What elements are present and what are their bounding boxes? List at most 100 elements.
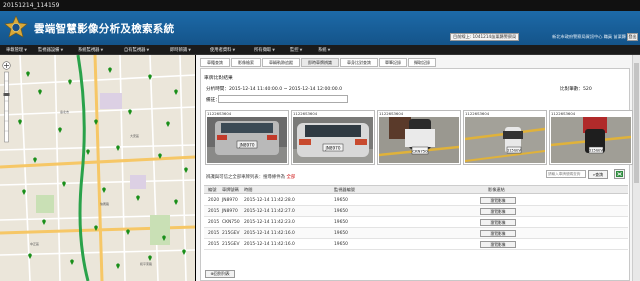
section-title: 車牌比對結果: [204, 76, 233, 81]
back-to-list-button[interactable]: ⊕回到列表: [205, 270, 235, 278]
cell-plate: JN8970: [222, 209, 238, 214]
svg-text:信義路: 信義路: [100, 201, 109, 206]
cell-id: 2015: [208, 231, 220, 236]
cell-camera: 19650: [334, 220, 348, 225]
table-row[interactable]: 2015 215GEV 2015-12-14 11:42:16.0 19650 …: [204, 228, 628, 239]
camera-map[interactable]: 臺北市大安區中正區 信義路和平東路: [0, 55, 195, 281]
thumbnail-1[interactable]: 11226S3604 JN8970: [291, 110, 375, 165]
nav-item-5[interactable]: 使用者資料▼: [210, 45, 235, 55]
filter-description: 辨識與可信之全部車牌列表：搜尋條件為 全部: [206, 174, 295, 180]
col-time[interactable]: 時間: [244, 186, 252, 194]
user-info: 新北市政府警察局資訊中心 職員 苗栗縣: [552, 34, 626, 39]
nav-item-7[interactable]: 監控▼: [290, 45, 302, 55]
table-row[interactable]: 2015 CKN750 2015-12-14 11:42:23.0 19650 …: [204, 217, 628, 228]
svg-text:臺北市: 臺北市: [60, 109, 69, 114]
plate-text: 215GEV: [589, 149, 603, 153]
cell-time: 2015-12-14 11:42:23.0: [244, 220, 295, 225]
thumbnail-4[interactable]: 11226S3604 215GEV: [549, 110, 633, 165]
back-label: 回到列表: [213, 271, 230, 276]
nav-item-6[interactable]: 所有擷取▼: [254, 45, 275, 55]
police-badge-icon: [4, 15, 28, 38]
analysis-time: 分析時間：2015-12-14 11:40:00.0 ~ 2015-12-14 …: [206, 87, 343, 92]
online-status[interactable]: 目前線上: 1041214苗栗縣警察局: [450, 33, 520, 41]
cell-time: 2015-12-14 11:42:28.0: [244, 198, 295, 203]
nav-item-8[interactable]: 系統▼: [318, 45, 330, 55]
map-canvas[interactable]: 臺北市大安區中正區 信義路和平東路: [0, 55, 195, 281]
tab-5[interactable]: 單筆記錄: [379, 58, 407, 67]
search-button[interactable]: ⌕查詢: [588, 170, 608, 179]
nav-item-3[interactable]: 自有監視器▼: [124, 45, 149, 55]
cell-plate: JN8970: [222, 198, 238, 203]
cell-camera: 19650: [334, 242, 348, 247]
thumbnail-3[interactable]: 11226S3604 215GEV: [463, 110, 547, 165]
car-rear-image: JN8970: [207, 117, 287, 163]
cell-id: 2015: [208, 220, 220, 225]
thumbnail-caption: 11226S3604: [293, 111, 318, 116]
plate-search-input[interactable]: 請輸入車牌號碼查詢: [546, 170, 586, 178]
thumbnail-caption: 11226S3604: [551, 111, 576, 116]
view-image-button[interactable]: 瀏覽影像: [480, 230, 516, 237]
plate-text: JN8970: [324, 146, 340, 151]
page-scrollbar[interactable]: [632, 55, 640, 281]
cell-id: 2015: [208, 242, 220, 247]
cell-time: 2015-12-14 11:42:16.0: [244, 231, 295, 236]
thumbnail-caption: 11226S3604: [207, 111, 232, 116]
window-title-bar: 20151214_114159: [0, 0, 640, 11]
cell-time: 2015-12-14 11:42:16.0: [244, 242, 295, 247]
export-button[interactable]: [614, 169, 625, 179]
scooter-rear-image: 215GEV: [551, 117, 631, 163]
cell-time: 2015-12-14 11:42:27.0: [244, 209, 295, 214]
thumbnail-2[interactable]: 11226S3604 CKN750: [377, 110, 461, 165]
export-icon: [616, 171, 623, 177]
tab-3[interactable]: 即時車牌辨識: [301, 58, 339, 67]
note-input[interactable]: [218, 95, 348, 103]
result-count: 比對筆數：520: [560, 87, 592, 92]
map-zoom-control[interactable]: [2, 61, 11, 146]
nav-item-1[interactable]: 監視器設備▼: [38, 45, 63, 55]
table-row[interactable]: 2020 JN8970 2015-12-14 11:42:28.0 19650 …: [204, 195, 628, 206]
view-image-button[interactable]: 瀏覽影像: [480, 219, 516, 226]
svg-text:大安區: 大安區: [130, 133, 139, 138]
cell-id: 2015: [208, 209, 220, 214]
table-header: 編號 車牌號碼 時間 監視器編號 影像連結: [204, 185, 628, 194]
filter-highlight: 全部: [286, 175, 296, 180]
cell-camera: 19650: [334, 198, 348, 203]
main-navbar: 車載管理▼ 監視器設備▼ 系統監視器▼ 自有監視器▼ 即時辨識▼ 使用者資料▼ …: [0, 45, 640, 55]
table-row[interactable]: 2015 215GEV 2015-12-14 11:42:16.0 19650 …: [204, 239, 628, 250]
table-row[interactable]: 2015 JN8970 2015-12-14 11:42:27.0 19650 …: [204, 206, 628, 217]
view-image-button[interactable]: 瀏覽影像: [480, 241, 516, 248]
cell-camera: 19650: [334, 231, 348, 236]
col-plate[interactable]: 車牌號碼: [222, 186, 239, 194]
view-image-button[interactable]: 瀏覽影像: [480, 208, 516, 215]
cell-plate: 215GEV: [222, 242, 240, 247]
view-image-button[interactable]: 瀏覽影像: [480, 197, 516, 204]
logout-button[interactable]: 登出: [627, 33, 638, 41]
nav-item-2[interactable]: 系統監視器▼: [78, 45, 103, 55]
tab-6[interactable]: 擷取記錄: [408, 58, 436, 67]
plate-text: JN8970: [238, 143, 254, 148]
tab-0[interactable]: 車籍查詢: [200, 58, 230, 67]
car-rear-image: JN8970: [293, 117, 373, 163]
plate-text: CKN750: [412, 148, 428, 153]
filter-prefix: 辨識與可信之全部車牌列表：搜尋條件為: [206, 175, 286, 180]
tab-4[interactable]: 車身比對查詢: [340, 58, 378, 67]
nav-item-0[interactable]: 車載管理▼: [6, 45, 27, 55]
svg-text:中正區: 中正區: [30, 241, 39, 246]
tab-1[interactable]: 影像檢索: [231, 58, 261, 67]
col-camera[interactable]: 監視器編號: [334, 186, 355, 194]
thumbnail-0[interactable]: 11226S3604 JN8970: [205, 110, 289, 165]
col-image[interactable]: 影像連結: [488, 186, 505, 194]
nav-item-4[interactable]: 即時辨識▼: [170, 45, 191, 55]
cell-camera: 19650: [334, 209, 348, 214]
thumbnail-caption: 11226S3604: [379, 111, 404, 116]
cell-plate: CKN750: [222, 220, 240, 225]
search-button-label: 查詢: [595, 172, 604, 177]
col-id[interactable]: 編號: [208, 186, 216, 194]
tab-2[interactable]: 車輛軌跡追蹤: [262, 58, 300, 67]
cell-id: 2020: [208, 198, 220, 203]
svg-text:和平東路: 和平東路: [140, 261, 152, 266]
scooter-rear-image: 215GEV: [465, 117, 545, 163]
scrollbar-thumb[interactable]: [634, 63, 639, 183]
thumbnail-caption: 11226S3604: [465, 111, 490, 116]
plate-text: 215GEV: [507, 149, 521, 153]
